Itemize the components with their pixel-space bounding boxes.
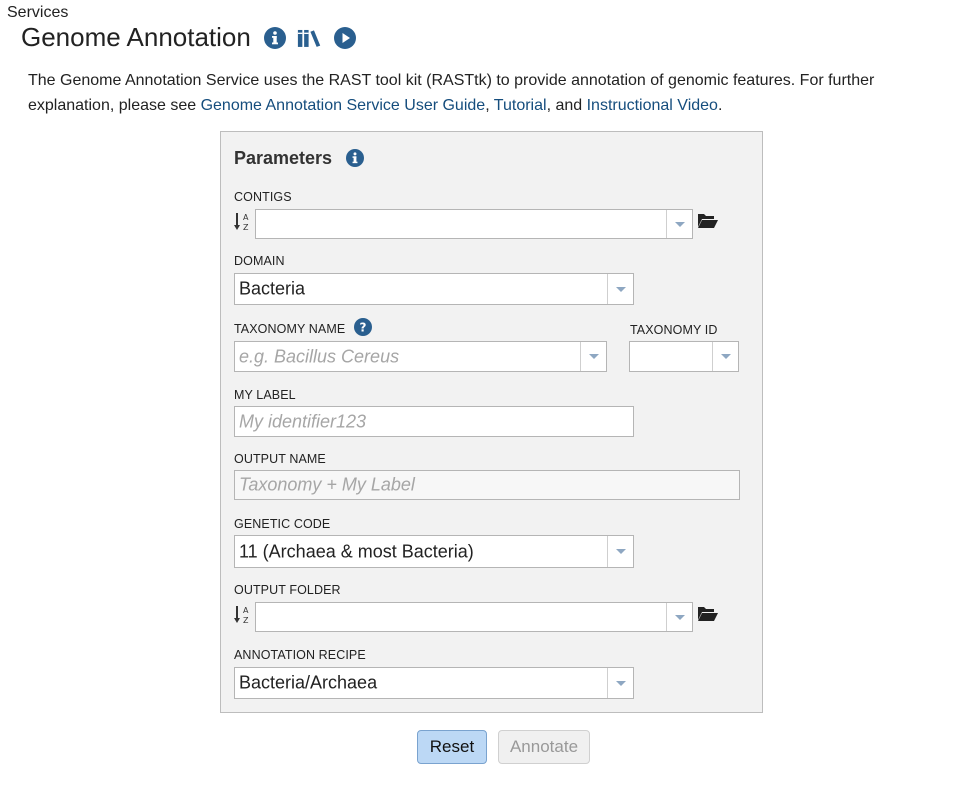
parameters-title: Parameters	[234, 148, 333, 168]
svg-text:Z: Z	[243, 223, 249, 232]
my-label-label: MY LABEL	[234, 388, 296, 402]
svg-text:Z: Z	[243, 616, 249, 625]
book-icon[interactable]	[297, 25, 322, 50]
output-folder-label: OUTPUT FOLDER	[234, 583, 341, 597]
svg-text:A: A	[243, 213, 249, 222]
chevron-down-icon[interactable]	[607, 668, 633, 698]
genetic-code-label: GENETIC CODE	[234, 517, 331, 531]
chevron-down-icon[interactable]	[607, 536, 633, 567]
taxonomy-name-select[interactable]: e.g. Bacillus Cereus	[234, 341, 607, 372]
reset-button[interactable]: Reset	[417, 730, 487, 764]
contigs-select[interactable]	[255, 209, 693, 239]
my-label-input[interactable]: My identifier123	[234, 406, 634, 437]
service-description: The Genome Annotation Service uses the R…	[28, 72, 875, 114]
folder-open-icon[interactable]	[697, 212, 719, 230]
taxonomy-id-label: TAXONOMY ID	[630, 323, 718, 337]
sort-az-icon[interactable]: AZ	[234, 210, 254, 234]
output-folder-select[interactable]	[255, 602, 693, 632]
contigs-label: CONTIGS	[234, 190, 292, 204]
annotation-recipe-select[interactable]: Bacteria/Archaea	[234, 667, 634, 699]
domain-select[interactable]: Bacteria	[234, 273, 634, 305]
output-name-label: OUTPUT NAME	[234, 452, 326, 466]
taxonomy-name-label: TAXONOMY NAME	[234, 322, 346, 336]
user-guide-link[interactable]: Genome Annotation Service User Guide	[201, 97, 486, 114]
info-icon[interactable]	[262, 25, 287, 50]
chevron-down-icon[interactable]	[580, 342, 606, 371]
chevron-down-icon[interactable]	[666, 210, 692, 238]
annotation-recipe-label: ANNOTATION RECIPE	[234, 648, 366, 662]
page-title: Genome Annotation	[21, 22, 251, 52]
folder-open-icon[interactable]	[697, 605, 719, 623]
sort-az-icon[interactable]: AZ	[234, 603, 254, 627]
svg-text:?: ?	[360, 321, 367, 335]
help-icon[interactable]: ?	[354, 318, 372, 336]
output-name-input[interactable]: Taxonomy + My Label	[234, 470, 740, 500]
play-video-icon[interactable]	[332, 25, 357, 50]
instructional-video-link[interactable]: Instructional Video	[587, 97, 718, 114]
chevron-down-icon[interactable]	[712, 342, 738, 371]
chevron-down-icon[interactable]	[607, 274, 633, 304]
breadcrumb[interactable]: Services	[7, 4, 68, 22]
title-icon-group	[262, 25, 357, 50]
svg-text:A: A	[243, 606, 249, 615]
parameters-info-icon[interactable]	[346, 149, 364, 167]
domain-label: DOMAIN	[234, 254, 285, 268]
annotate-button[interactable]: Annotate	[498, 730, 590, 764]
genetic-code-select[interactable]: 11 (Archaea & most Bacteria)	[234, 535, 634, 568]
taxonomy-id-select[interactable]	[629, 341, 739, 372]
chevron-down-icon[interactable]	[666, 603, 692, 631]
tutorial-link[interactable]: Tutorial	[494, 97, 547, 114]
